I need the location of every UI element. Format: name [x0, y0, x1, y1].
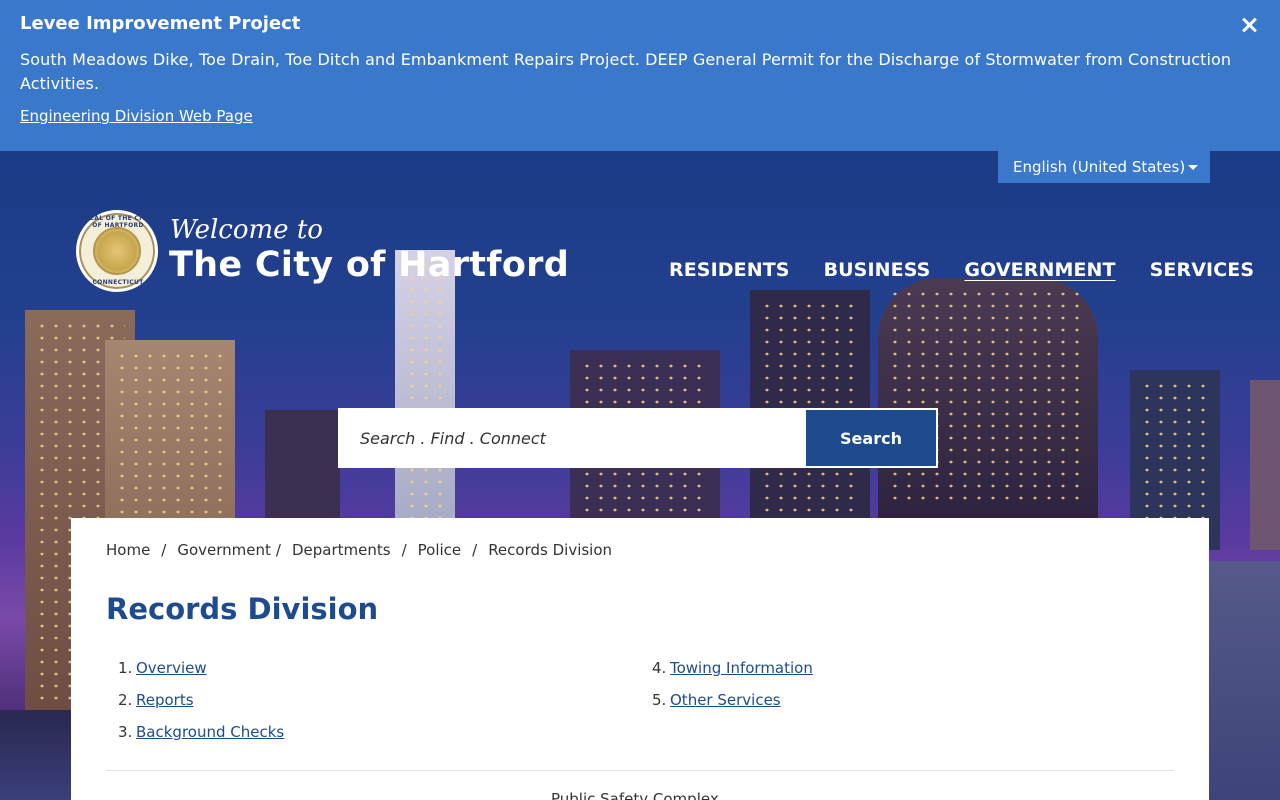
breadcrumb-departments[interactable]: Departments — [292, 540, 391, 560]
breadcrumb-separator: / — [161, 541, 167, 559]
breadcrumb-police[interactable]: Police — [418, 540, 462, 560]
alert-title: Levee Improvement Project — [20, 13, 301, 34]
section-divider — [106, 770, 1174, 771]
toc-link-reports[interactable]: Reports — [136, 684, 194, 716]
chevron-down-icon — [1188, 165, 1198, 170]
content-card: Home / Government / Departments / Police… — [71, 518, 1209, 800]
table-of-contents-left: 1. Overview 2. Reports 3. Background Che… — [118, 652, 284, 748]
site-title[interactable]: The City of Hartford — [169, 244, 569, 286]
search-button[interactable]: Search — [806, 410, 936, 466]
search-bar: Search — [338, 408, 938, 468]
search-input[interactable] — [340, 410, 806, 466]
main-nav: RESIDENTS BUSINESS GOVERNMENT SERVICES — [669, 256, 1254, 284]
table-of-contents-right: 4. Towing Information 5. Other Services — [652, 652, 813, 716]
nav-government[interactable]: GOVERNMENT — [964, 256, 1115, 284]
list-number: 2. — [118, 691, 133, 709]
alert-body: South Meadows Dike, Toe Drain, Toe Ditch… — [20, 50, 1232, 93]
toc-link-overview[interactable]: Overview — [136, 652, 207, 684]
toc-link-towing-information[interactable]: Towing Information — [670, 652, 813, 684]
list-item: 4. Towing Information — [652, 652, 813, 684]
skyline-building — [1250, 380, 1280, 550]
breadcrumb-government[interactable]: Government — [177, 540, 271, 560]
nav-services[interactable]: SERVICES — [1150, 256, 1254, 284]
breadcrumb-separator: / — [472, 541, 478, 559]
list-item: 2. Reports — [118, 684, 284, 716]
seal-bottom-text: CONNECTICUT — [92, 279, 144, 286]
list-item: 3. Background Checks — [118, 716, 284, 748]
nav-residents[interactable]: RESIDENTS — [669, 256, 790, 284]
language-label: English (United States) — [1013, 158, 1186, 176]
nav-business[interactable]: BUSINESS — [824, 256, 931, 284]
list-number: 1. — [118, 659, 133, 677]
list-number: 4. — [652, 659, 667, 677]
list-number: 3. — [118, 723, 133, 741]
list-number: 5. — [652, 691, 667, 709]
list-item: 1. Overview — [118, 652, 284, 684]
list-item: 5. Other Services — [652, 684, 813, 716]
seal-emblem-icon — [93, 227, 141, 275]
city-seal-logo[interactable]: SEAL OF THE CITY OF HARTFORD CONNECTICUT — [76, 210, 158, 292]
breadcrumb-separator: / — [401, 541, 407, 559]
toc-link-other-services[interactable]: Other Services — [670, 684, 781, 716]
toc-link-background-checks[interactable]: Background Checks — [136, 716, 284, 748]
alert-banner: Levee Improvement Project South Meadows … — [0, 0, 1280, 151]
breadcrumb: Home / Government / Departments / Police… — [106, 540, 612, 560]
engineering-division-link[interactable]: Engineering Division Web Page — [20, 106, 253, 126]
welcome-text: Welcome to — [170, 215, 323, 245]
page-title: Records Division — [106, 592, 379, 626]
language-selector[interactable]: English (United States) — [998, 151, 1210, 183]
bridge — [1208, 561, 1280, 800]
breadcrumb-home[interactable]: Home — [106, 540, 150, 560]
breadcrumb-current: Records Division — [488, 541, 613, 559]
skyline-building — [878, 278, 1098, 518]
section-heading-partial: Public Safety Complex — [551, 790, 719, 800]
close-icon[interactable] — [1238, 14, 1260, 36]
breadcrumb-separator: / — [275, 541, 281, 559]
